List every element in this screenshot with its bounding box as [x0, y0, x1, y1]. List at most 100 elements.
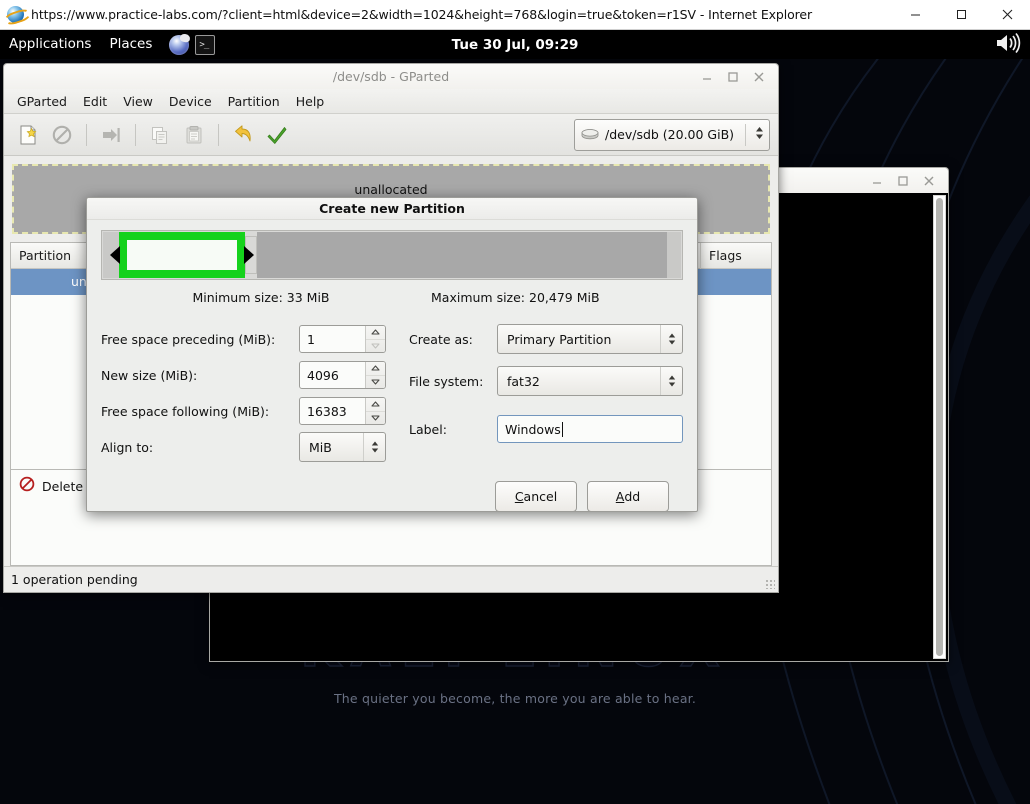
chevron-updown-icon[interactable] [363, 433, 385, 461]
file-system-label: File system: [409, 374, 497, 389]
gparted-toolbar: /dev/sdb (20.00 GiB) [4, 114, 778, 156]
paste-icon[interactable] [178, 119, 210, 151]
align-to-select[interactable]: MiB [299, 432, 386, 462]
free-space-following-value[interactable]: 16383 [300, 398, 365, 424]
menu-view[interactable]: View [115, 91, 161, 112]
device-selector-label: /dev/sdb (20.00 GiB) [605, 127, 734, 142]
new-size-spinner[interactable]: 4096 [299, 361, 386, 389]
chevron-updown-icon[interactable] [660, 367, 682, 395]
new-size-spin-buttons [365, 362, 385, 388]
browser-title: https://www.practice-labs.com/?client=ht… [31, 7, 812, 22]
field-file-system: File system: fat32 [409, 357, 683, 405]
preview-free-space[interactable] [257, 232, 667, 278]
free-space-following-spinner[interactable]: 16383 [299, 397, 386, 425]
disk-graphic-label: unallocated [354, 182, 427, 197]
resize-grip[interactable] [765, 579, 775, 589]
free-space-following-spin-buttons [365, 398, 385, 424]
file-system-select[interactable]: fat32 [497, 366, 683, 396]
device-selector[interactable]: /dev/sdb (20.00 GiB) [574, 119, 770, 151]
free-space-preceding-spinner[interactable]: 1 [299, 325, 386, 353]
places-menu[interactable]: Places [100, 30, 161, 59]
status-text: 1 operation pending [11, 572, 138, 587]
resize-handle-left-icon[interactable] [110, 246, 120, 264]
cancel-button[interactable]: Cancel [495, 481, 577, 512]
browser-minimize-button[interactable] [892, 0, 938, 30]
copy-icon[interactable] [144, 119, 176, 151]
terminal-icon[interactable]: >_ [195, 35, 215, 55]
field-free-space-preceding: Free space preceding (MiB): 1 [101, 321, 397, 357]
text-caret [562, 422, 563, 437]
menu-partition[interactable]: Partition [220, 91, 288, 112]
free-space-preceding-value[interactable]: 1 [300, 326, 365, 352]
hard-disk-icon [581, 125, 599, 144]
browser-window-controls [892, 0, 1030, 30]
chevron-updown-icon[interactable] [660, 325, 682, 353]
operation-text: Delete / [42, 479, 91, 494]
label-field-label: Label: [409, 422, 497, 437]
resize-move-icon[interactable] [95, 119, 127, 151]
delete-partition-icon[interactable] [46, 119, 78, 151]
device-selector-arrows[interactable] [745, 124, 765, 146]
gparted-minimize-button[interactable] [701, 71, 713, 83]
menu-device[interactable]: Device [161, 91, 220, 112]
field-create-as: Create as: Primary Partition [409, 321, 683, 357]
menu-edit[interactable]: Edit [75, 91, 115, 112]
terminal-scrollbar[interactable] [933, 195, 946, 659]
menu-help[interactable]: Help [288, 91, 333, 112]
toolbar-separator-2 [135, 124, 136, 146]
internet-explorer-icon [7, 6, 24, 23]
new-partition-icon[interactable] [12, 119, 44, 151]
form-left-column: Free space preceding (MiB): 1 [101, 321, 397, 465]
add-button-label: dd [624, 489, 640, 504]
spin-down-icon[interactable] [366, 411, 385, 425]
terminal-maximize-button[interactable] [897, 175, 909, 187]
partition-size-preview[interactable] [101, 230, 683, 280]
applications-menu[interactable]: Applications [0, 30, 100, 59]
web-browser-icon[interactable] [169, 35, 189, 55]
gparted-close-button[interactable] [753, 71, 765, 83]
terminal-minimize-button[interactable] [871, 175, 883, 187]
resize-handle-right-icon[interactable] [244, 246, 254, 264]
terminal-scrollbar-thumb[interactable] [936, 198, 943, 656]
volume-icon[interactable] [995, 32, 1021, 58]
dialog-titlebar: Create new Partition [87, 198, 697, 220]
spin-down-icon[interactable] [366, 375, 385, 389]
create-as-value: Primary Partition [498, 332, 660, 347]
dialog-form: Free space preceding (MiB): 1 [101, 321, 683, 465]
browser-maximize-button[interactable] [938, 0, 984, 30]
panel-launchers: >_ [169, 35, 215, 55]
gparted-titlebar: /dev/sdb - GParted [3, 63, 779, 89]
free-space-preceding-spin-buttons [365, 326, 385, 352]
browser-titlebar: https://www.practice-labs.com/?client=ht… [0, 0, 1030, 30]
create-as-label: Create as: [409, 332, 497, 347]
menu-gparted[interactable]: GParted [9, 91, 75, 112]
toolbar-separator-3 [218, 124, 219, 146]
spin-down-icon[interactable] [366, 339, 385, 353]
preview-right-pad [667, 232, 681, 278]
screen: https://www.practice-labs.com/?client=ht… [0, 0, 1030, 804]
spin-up-icon[interactable] [366, 362, 385, 375]
cancel-button-label: ancel [524, 489, 558, 504]
label-input-value: Windows [505, 422, 561, 437]
column-header-flags[interactable]: Flags [701, 243, 771, 269]
align-to-value: MiB [300, 440, 363, 455]
field-align-to: Align to: MiB [101, 429, 397, 465]
preview-new-partition[interactable] [119, 232, 245, 278]
new-size-value[interactable]: 4096 [300, 362, 365, 388]
cancel-button-mnemonic: C [515, 489, 524, 504]
browser-close-button[interactable] [984, 0, 1030, 30]
free-space-preceding-label: Free space preceding (MiB): [101, 332, 299, 347]
undo-icon[interactable] [227, 119, 259, 151]
spin-up-icon[interactable] [366, 398, 385, 411]
gparted-maximize-button[interactable] [727, 71, 739, 83]
apply-icon[interactable] [261, 119, 293, 151]
add-button[interactable]: Add [587, 481, 669, 512]
label-input[interactable]: Windows [497, 415, 683, 443]
terminal-close-button[interactable] [923, 175, 935, 187]
create-as-select[interactable]: Primary Partition [497, 324, 683, 354]
file-system-value: fat32 [498, 374, 660, 389]
create-partition-dialog: Create new Partition Minimum size: 33 Mi… [86, 197, 698, 512]
minimum-size-label: Minimum size: 33 MiB [109, 290, 413, 305]
gparted-window-title: /dev/sdb - GParted [4, 69, 778, 84]
spin-up-icon[interactable] [366, 326, 385, 339]
